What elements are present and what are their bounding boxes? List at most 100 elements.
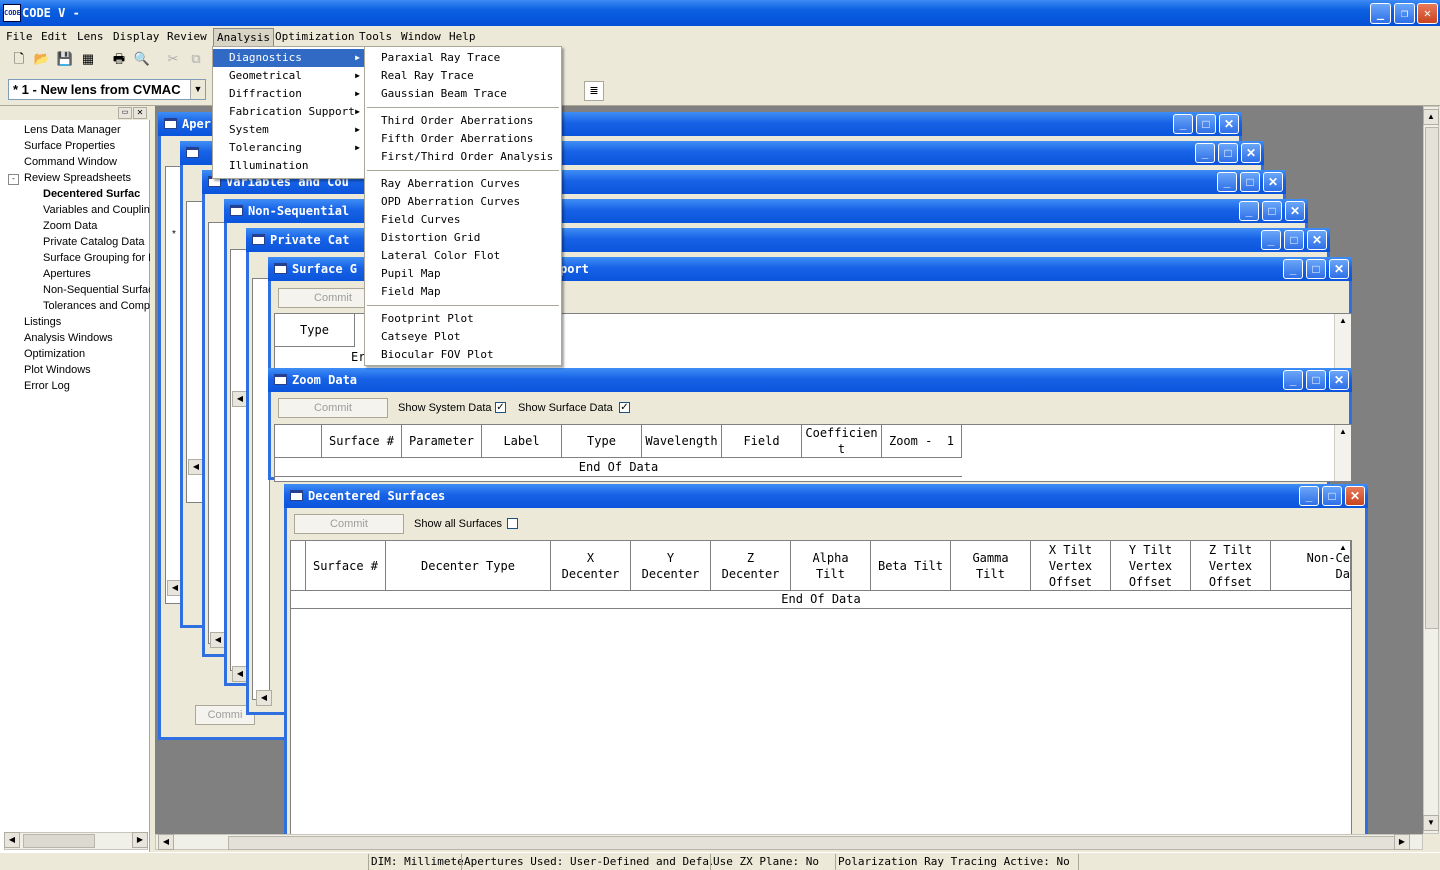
tree-child-item[interactable]: Non-Sequential Surfac	[43, 282, 150, 298]
scroll-thumb[interactable]	[23, 834, 95, 848]
diagnostics-menu-item[interactable]: Pupil Map	[365, 265, 561, 283]
diagnostics-menu-item[interactable]: Ray Aberration Curves	[365, 175, 561, 193]
column-header-x-decenter[interactable]: X Decenter	[551, 541, 631, 591]
decentered-surfaces-window[interactable]: Decentered Surfaces _ □ ✕ Commit Show al…	[284, 484, 1368, 835]
panel-restore-icon[interactable]: ▭	[118, 107, 132, 119]
column-header-label[interactable]: Label	[482, 425, 562, 458]
scroll-up-icon[interactable]: ▲	[1335, 425, 1351, 441]
vertical-scrollbar[interactable]: ▲	[1334, 314, 1351, 374]
diagnostics-menu-item[interactable]: Catseye Plot	[365, 328, 561, 346]
tree-item[interactable]: Command Window	[24, 154, 150, 170]
minimize-icon[interactable]: _	[1239, 201, 1259, 221]
column-header-type[interactable]: Type	[275, 314, 355, 347]
menu-lens[interactable]: Lens	[74, 28, 107, 45]
maximize-icon[interactable]: □	[1196, 114, 1216, 134]
image-icon[interactable]: ▦	[79, 50, 97, 68]
tree-item[interactable]: Surface Properties	[24, 138, 150, 154]
tree-child-item[interactable]: Variables and Coupling	[43, 202, 150, 218]
tree-item[interactable]: Listings	[24, 314, 150, 330]
close-icon[interactable]: ✕	[1263, 172, 1283, 192]
column-header-x-tilt-vertex-offset[interactable]: X Tilt Vertex Offset	[1031, 541, 1111, 591]
analysis-menu-item[interactable]: Diagnostics ▶	[213, 49, 364, 67]
column-header-zoom-1[interactable]: Zoom - 1	[882, 425, 962, 458]
analysis-menu-item[interactable]: Diffraction ▶	[213, 85, 364, 103]
show-all-surfaces-checkbox[interactable]	[507, 518, 518, 529]
maximize-icon[interactable]: □	[1262, 201, 1282, 221]
diagnostics-menu-item[interactable]: Gaussian Beam Trace	[365, 85, 561, 103]
minimize-icon[interactable]: _	[1283, 259, 1303, 279]
print-icon[interactable]: 🖶	[110, 50, 128, 68]
tree-horizontal-scrollbar[interactable]: ◀ ▶	[4, 832, 148, 850]
minimize-icon[interactable]: _	[1283, 370, 1303, 390]
print-preview-icon[interactable]: 🔍	[133, 50, 151, 68]
minimize-icon[interactable]: _	[1370, 3, 1391, 24]
menu-tools[interactable]: Tools	[356, 28, 395, 45]
diagnostics-menu-item[interactable]: Paraxial Ray Trace	[365, 49, 561, 67]
column-header-parameter[interactable]: Parameter	[402, 425, 482, 458]
diagnostics-menu-item[interactable]: Lateral Color Flot	[365, 247, 561, 265]
minimize-icon[interactable]: _	[1195, 143, 1215, 163]
close-icon[interactable]: ✕	[1307, 230, 1327, 250]
tree-collapse-icon[interactable]: -	[8, 174, 19, 185]
vertical-scrollbar[interactable]: ▲	[1334, 425, 1351, 481]
close-icon[interactable]: ✕	[1417, 3, 1438, 24]
scroll-down-icon[interactable]: ▼	[1423, 815, 1439, 831]
maximize-icon[interactable]: □	[1306, 259, 1326, 279]
column-header-rowselect[interactable]	[275, 425, 322, 458]
diagnostics-menu-item[interactable]: Third Order Aberrations	[365, 112, 561, 130]
close-icon[interactable]: ✕	[1345, 486, 1365, 506]
column-header-z-tilt-vertex-offset[interactable]: Z Tilt Vertex Offset	[1191, 541, 1271, 591]
tree-item[interactable]: Analysis Windows	[24, 330, 150, 346]
scroll-thumb[interactable]	[1425, 127, 1439, 629]
open-folder-icon[interactable]: 📂	[33, 50, 51, 68]
column-header-type[interactable]: Type	[562, 425, 642, 458]
chevron-down-icon[interactable]: ▼	[190, 80, 205, 99]
scroll-up-icon[interactable]: ▲	[1335, 314, 1351, 330]
analysis-menu-item[interactable]: Illumination	[213, 157, 364, 175]
diagnostics-menu-item[interactable]: Real Ray Trace	[365, 67, 561, 85]
tree-child-item[interactable]: Private Catalog Data	[43, 234, 150, 250]
cut-icon[interactable]: ✂	[164, 50, 182, 68]
tree-child-item[interactable]: Apertures	[43, 266, 150, 282]
minimize-icon[interactable]: _	[1261, 230, 1281, 250]
tree-child-item[interactable]: Surface Grouping for L	[43, 250, 150, 266]
diagnostics-menu-item[interactable]: Field Map	[365, 283, 561, 301]
tree-item[interactable]: Review Spreadsheets	[24, 170, 150, 186]
diagnostics-menu-item[interactable]: First/Third Order Analysis	[365, 148, 561, 166]
zoom-commit-button[interactable]: Commit	[278, 398, 388, 418]
maximize-icon[interactable]: □	[1284, 230, 1304, 250]
scroll-left-icon[interactable]: ◀	[4, 832, 20, 848]
analysis-menu-item[interactable]: System ▶	[213, 121, 364, 139]
column-header-coefficient[interactable]: Coefficient	[802, 425, 882, 458]
mdi-vertical-scrollbar[interactable]: ▲ ▼	[1423, 106, 1439, 834]
restore-icon[interactable]: ❐	[1394, 3, 1415, 24]
maximize-icon[interactable]: □	[1218, 143, 1238, 163]
minimize-icon[interactable]: _	[1217, 172, 1237, 192]
column-header-alpha-tilt[interactable]: Alpha Tilt	[791, 541, 871, 591]
new-file-icon[interactable]: 🗋	[10, 50, 28, 68]
show-system-data-checkbox[interactable]: ✓	[495, 402, 506, 413]
column-header-surface[interactable]: Surface #	[306, 541, 386, 591]
minimize-icon[interactable]: _	[1299, 486, 1319, 506]
scroll-left-icon[interactable]: ◀	[256, 690, 272, 706]
menu-file[interactable]: File	[3, 28, 36, 45]
tree-child-item[interactable]: Decentered Surfac	[43, 186, 150, 202]
menu-analysis[interactable]: Analysis	[213, 28, 274, 47]
column-header-rowselect[interactable]	[291, 541, 306, 591]
panel-close-icon[interactable]: ✕	[133, 107, 147, 119]
column-header-field[interactable]: Field	[722, 425, 802, 458]
diagnostics-menu-item[interactable]: Field Curves	[365, 211, 561, 229]
analysis-menu-item[interactable]: Tolerancing ▶	[213, 139, 364, 157]
scroll-up-icon[interactable]: ▲	[1423, 109, 1439, 125]
column-header-decenter-type[interactable]: Decenter Type	[386, 541, 551, 591]
tree-child-item[interactable]: Tolerances and Comp	[43, 298, 150, 314]
menu-optimization[interactable]: Optimization	[272, 28, 357, 45]
menu-edit[interactable]: Edit	[38, 28, 71, 45]
diagnostics-menu-item[interactable]: Biocular FOV Plot	[365, 346, 561, 364]
scroll-up-icon[interactable]: ▲	[1335, 541, 1351, 557]
show-surface-data-checkbox[interactable]: ✓	[619, 402, 630, 413]
save-icon[interactable]: 💾	[56, 50, 74, 68]
maximize-icon[interactable]: □	[1306, 370, 1326, 390]
column-header-y-decenter[interactable]: Y Decenter	[631, 541, 711, 591]
close-icon[interactable]: ✕	[1329, 259, 1349, 279]
